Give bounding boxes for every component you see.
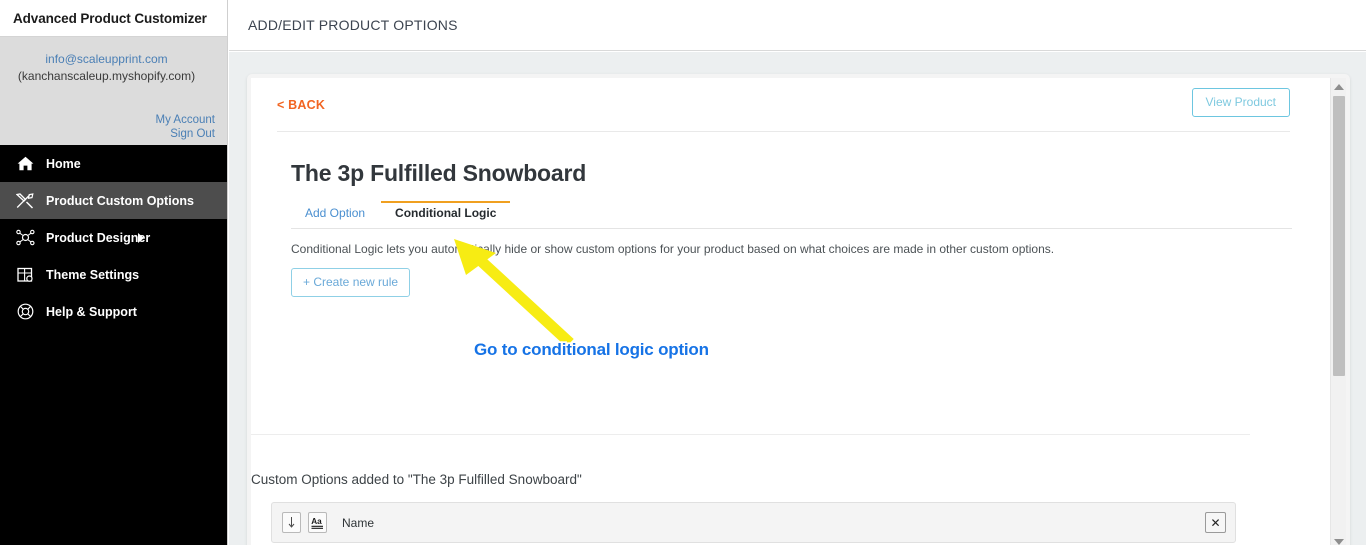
text-field-Aa-icon[interactable]: Aa	[308, 512, 327, 533]
theme-layout-icon	[14, 265, 36, 285]
brand-title: Advanced Product Customizer	[13, 10, 207, 26]
my-account-link[interactable]: My Account	[156, 113, 215, 127]
back-link[interactable]: < BACK	[277, 98, 325, 112]
page-title: ADD/EDIT PRODUCT OPTIONS	[248, 17, 458, 33]
view-product-button[interactable]: View Product	[1191, 88, 1290, 117]
content-card-inner: < BACK View Product The 3p Fulfilled Sno…	[251, 78, 1346, 545]
sidebar: Advanced Product Customizer info@scaleup…	[0, 0, 228, 545]
back-row: < BACK View Product	[251, 78, 1346, 131]
sidebar-item-label: Product Designer	[46, 230, 151, 245]
scroll-up-arrow-icon[interactable]	[1331, 78, 1346, 95]
chevron-right-icon	[138, 232, 144, 243]
app-root: Advanced Product Customizer info@scaleup…	[0, 0, 1366, 545]
svg-text:Aa: Aa	[311, 517, 322, 526]
tools-icon	[14, 191, 36, 211]
sidebar-item-product-designer[interactable]: Product Designer	[0, 219, 227, 256]
home-icon	[14, 154, 36, 174]
content-card: < BACK View Product The 3p Fulfilled Sno…	[247, 74, 1350, 545]
header-divider	[277, 131, 1290, 132]
brand-header: Advanced Product Customizer	[0, 0, 227, 37]
sign-out-link[interactable]: Sign Out	[156, 127, 215, 141]
custom-option-name: Name	[342, 515, 375, 530]
scroll-down-arrow-icon[interactable]	[1331, 533, 1346, 545]
scrollbar-thumb[interactable]	[1333, 96, 1345, 376]
sidebar-item-theme-settings[interactable]: Theme Settings	[0, 256, 227, 293]
sidebar-item-label: Theme Settings	[46, 267, 140, 282]
account-links: My Account Sign Out	[156, 113, 215, 141]
topbar: ADD/EDIT PRODUCT OPTIONS	[229, 0, 1366, 51]
account-shop-domain: (kanchanscaleup.myshopify.com)	[17, 69, 196, 83]
sidebar-nav: Home Product Custom Options Product Desi…	[0, 145, 227, 330]
account-email[interactable]: info@scaleupprint.com	[12, 51, 215, 67]
sidebar-item-label: Product Custom Options	[46, 193, 194, 208]
lifebuoy-icon	[14, 302, 36, 322]
tab-bar: Add Option Conditional Logic	[291, 201, 1292, 229]
drag-down-arrow-icon[interactable]	[282, 512, 301, 533]
content-scrollbar[interactable]	[1330, 78, 1346, 545]
tab-add-option[interactable]: Add Option	[291, 203, 379, 228]
main-content: The 3p Fulfilled Snowboard Add Option Co…	[251, 160, 1346, 543]
close-x-icon[interactable]: ✕	[1205, 512, 1226, 533]
sidebar-item-label: Help & Support	[46, 304, 137, 319]
product-title: The 3p Fulfilled Snowboard	[291, 160, 587, 186]
page-body: < BACK View Product The 3p Fulfilled Sno…	[229, 52, 1366, 545]
sidebar-item-label: Home	[46, 156, 81, 171]
create-new-rule-button[interactable]: + Create new rule	[291, 268, 411, 297]
sidebar-item-product-custom-options[interactable]: Product Custom Options	[0, 182, 227, 219]
conditional-logic-description: Conditional Logic lets you automatically…	[291, 242, 1055, 256]
custom-option-row[interactable]: Aa Name ✕	[271, 502, 1236, 543]
sidebar-item-help-support[interactable]: Help & Support	[0, 293, 227, 330]
custom-options-heading: Custom Options added to "The 3p Fulfille…	[251, 472, 582, 487]
account-box: info@scaleupprint.com (kanchanscaleup.my…	[0, 37, 227, 145]
sidebar-item-home[interactable]: Home	[0, 145, 227, 182]
tab-conditional-logic[interactable]: Conditional Logic	[381, 201, 511, 228]
section-divider	[251, 434, 1250, 435]
design-node-icon	[14, 228, 36, 248]
